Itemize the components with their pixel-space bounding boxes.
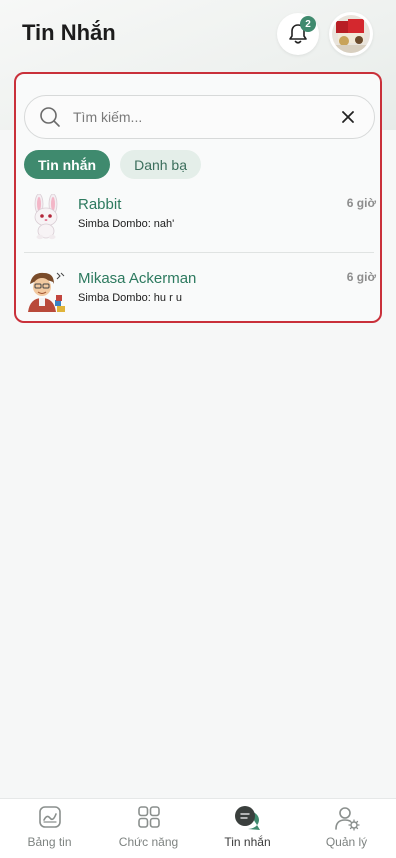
message-tabs: Tin nhắn Danh bạ xyxy=(24,150,202,179)
nav-item-management[interactable]: Quản lý xyxy=(297,799,396,858)
avatar xyxy=(332,15,370,53)
conversation-name: Mikasa Ackerman xyxy=(78,270,197,287)
chat-icon xyxy=(234,806,260,830)
header: Tin Nhắn 2 xyxy=(0,0,396,70)
conversation-item[interactable]: Mikasa Ackerman 6 giờ Simba Dombo: hu r … xyxy=(24,264,376,330)
bottom-navigation: Bảng tin Chức năng Tin nhắn Quản lý xyxy=(0,798,396,858)
conversation-time: 6 giờ xyxy=(346,196,376,210)
search-input[interactable] xyxy=(73,105,323,129)
nav-label: Tin nhắn xyxy=(224,835,271,849)
nav-item-newsfeed[interactable]: Bảng tin xyxy=(0,799,99,858)
search-bar xyxy=(24,95,375,139)
search-icon xyxy=(40,107,60,127)
nav-item-messages[interactable]: Tin nhắn xyxy=(198,799,297,858)
profile-avatar-button[interactable] xyxy=(329,12,373,56)
conversation-item[interactable]: Rabbit 6 giờ Simba Dombo: nah' xyxy=(24,190,376,256)
clear-search-icon[interactable] xyxy=(341,110,355,124)
nav-label: Chức năng xyxy=(118,835,179,849)
nav-label: Quản lý xyxy=(325,835,368,849)
avatar xyxy=(26,268,66,314)
list-divider xyxy=(24,252,374,253)
avatar xyxy=(26,193,66,240)
grid-icon xyxy=(137,806,160,828)
conversation-name: Rabbit xyxy=(78,196,122,213)
tab-messages[interactable]: Tin nhắn xyxy=(24,150,111,179)
nav-label: Bảng tin xyxy=(27,835,72,849)
notifications-button[interactable]: 2 xyxy=(277,13,319,55)
newsfeed-icon xyxy=(38,806,61,828)
user-settings-icon xyxy=(334,807,360,831)
nav-item-functions[interactable]: Chức năng xyxy=(99,799,198,858)
page-title: Tin Nhắn xyxy=(22,20,116,45)
messages-panel: Tin nhắn Danh bạ Rabbit 6 giờ Simba Domb… xyxy=(14,72,382,323)
conversation-preview: Simba Dombo: nah' xyxy=(78,218,175,230)
notification-badge: 2 xyxy=(300,16,316,32)
tab-contacts[interactable]: Danh bạ xyxy=(120,150,202,179)
conversation-preview: Simba Dombo: hu r u xyxy=(78,292,182,304)
conversation-time: 6 giờ xyxy=(346,270,376,284)
